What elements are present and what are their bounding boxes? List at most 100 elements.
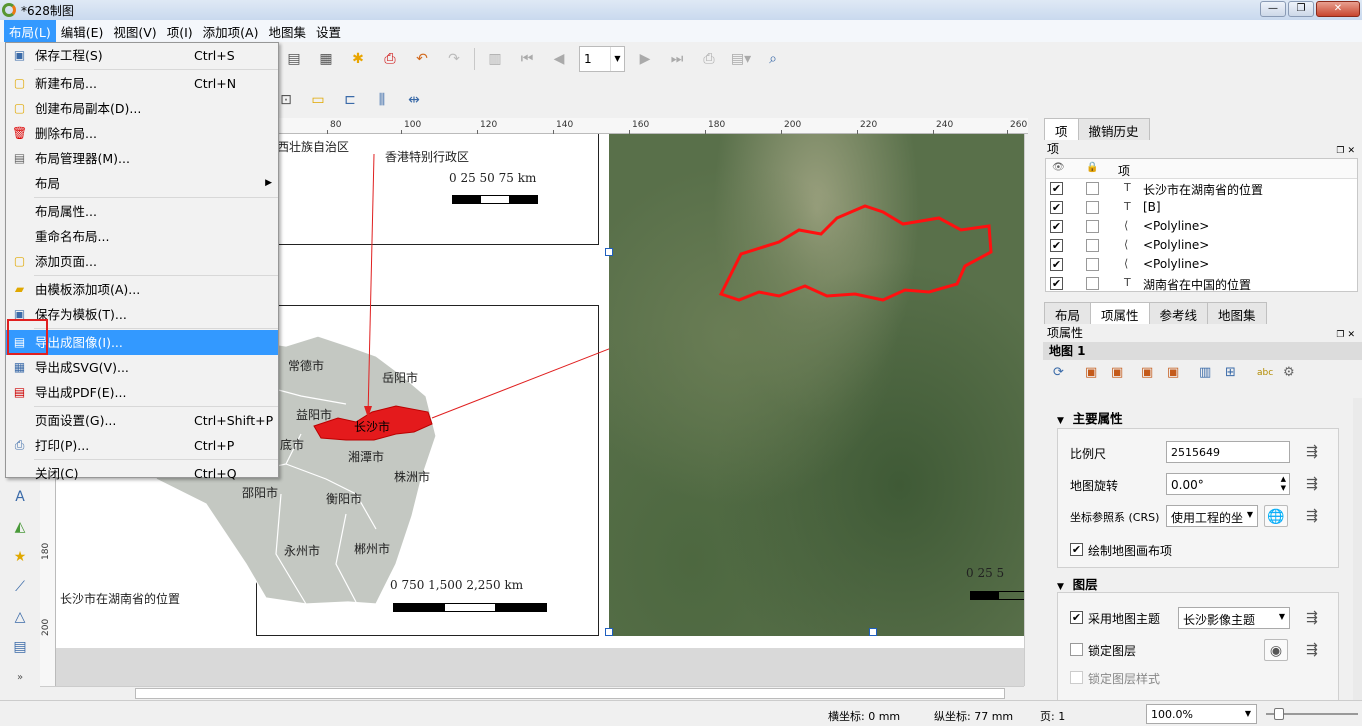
select-crs-icon[interactable]: 🌐 bbox=[1264, 505, 1288, 527]
chevron-down-icon[interactable]: ▼ bbox=[610, 47, 624, 71]
data-defined-override-icon[interactable]: ⇶ bbox=[1300, 505, 1324, 527]
tab-atlas[interactable]: 地图集 bbox=[1207, 302, 1267, 324]
data-defined-override-icon[interactable]: ⇶ bbox=[1300, 473, 1324, 495]
menu-item-rename-layout[interactable]: 重命名布局... bbox=[6, 224, 278, 249]
tab-items[interactable]: 项 bbox=[1044, 118, 1079, 140]
refresh-icon[interactable]: ⟳ bbox=[1053, 365, 1064, 380]
data-defined-override-icon[interactable]: ⇶ bbox=[1300, 639, 1324, 661]
previous-feature-icon[interactable]: ◀ bbox=[548, 48, 570, 70]
follow-theme-checkbox[interactable]: ✔ bbox=[1070, 611, 1083, 624]
menu-item-duplicate-layout[interactable]: ▢ 创建布局副本(D)... bbox=[6, 96, 278, 121]
export-pdf-icon[interactable]: ⎙ bbox=[379, 48, 401, 70]
menu-add-item[interactable]: 添加项(A) bbox=[198, 20, 264, 43]
export-atlas-icon[interactable]: ▤▾ bbox=[730, 48, 752, 70]
label-settings-icon[interactable]: abc bbox=[1257, 368, 1273, 378]
add-label-icon[interactable]: A bbox=[9, 486, 31, 508]
menu-item-layouts-submenu[interactable]: 布局 ▶ bbox=[6, 171, 278, 196]
item-row[interactable]: ✔ ⟨ <Polyline> bbox=[1046, 217, 1357, 236]
lock-layers-checkbox[interactable] bbox=[1070, 643, 1083, 656]
menu-item-add-from-template[interactable]: ▰ 由模板添加项(A)... bbox=[6, 277, 278, 302]
add-marker-icon[interactable]: ★ bbox=[9, 546, 31, 568]
zoom-combo[interactable]: 100.0% ▼ bbox=[1146, 704, 1257, 724]
tab-layout[interactable]: 布局 bbox=[1044, 302, 1092, 324]
menu-item-close[interactable]: 关闭(C) Ctrl+Q bbox=[6, 461, 278, 486]
last-feature-icon[interactable]: ⏭ bbox=[666, 48, 688, 70]
zoom-slider[interactable] bbox=[1266, 708, 1358, 720]
menu-item-export-pdf[interactable]: ▤ 导出成PDF(E)... bbox=[6, 380, 278, 405]
rotation-input[interactable]: 0.00° ▲ ▼ bbox=[1166, 473, 1290, 495]
selection-handle[interactable] bbox=[605, 248, 613, 256]
menu-item-page-setup[interactable]: 页面设置(G)... Ctrl+Shift+P bbox=[6, 408, 278, 433]
menu-item-layout-manager[interactable]: ▤ 布局管理器(M)... bbox=[6, 146, 278, 171]
lock-checkbox[interactable] bbox=[1086, 258, 1099, 271]
menu-item-layout-properties[interactable]: 布局属性... bbox=[6, 199, 278, 224]
redo-icon[interactable]: ↷ bbox=[443, 48, 465, 70]
item-row[interactable]: ✔ T 湖南省在中国的位置 bbox=[1046, 274, 1357, 293]
menu-layout[interactable]: 布局(L) bbox=[4, 19, 56, 43]
layers-header[interactable]: ▼ 图层 bbox=[1057, 574, 1098, 593]
add-shape-icon[interactable]: ◭ bbox=[9, 516, 31, 538]
settings-icon[interactable]: ⚙ bbox=[1283, 365, 1295, 380]
menu-item-new-layout[interactable]: ▢ 新建布局... Ctrl+N bbox=[6, 71, 278, 96]
add-star-icon[interactable]: ✱ bbox=[347, 48, 369, 70]
lock-checkbox[interactable] bbox=[1086, 220, 1099, 233]
export-svg-icon[interactable]: ▦ bbox=[315, 48, 337, 70]
add-node-icon[interactable]: △ bbox=[9, 606, 31, 628]
main-properties-header[interactable]: ▼ 主要属性 bbox=[1057, 408, 1123, 427]
menu-atlas[interactable]: 地图集 bbox=[263, 20, 311, 43]
distribute-icon[interactable]: ⫼ bbox=[371, 89, 393, 111]
horizontal-scrollbar[interactable] bbox=[40, 686, 1024, 700]
move-content-icon[interactable]: ⊞ bbox=[1225, 365, 1236, 380]
item-row[interactable]: ✔ T [B] bbox=[1046, 198, 1357, 217]
tab-undo-history[interactable]: 撤销历史 bbox=[1077, 118, 1150, 140]
set-extent-icon[interactable]: ▣ bbox=[1085, 365, 1097, 380]
panel-float-close-icon[interactable]: ❐✕ bbox=[1336, 326, 1358, 344]
tab-item-properties[interactable]: 项属性 bbox=[1090, 302, 1150, 324]
dock-scrollbar[interactable] bbox=[1353, 398, 1362, 700]
scale-input[interactable]: 2515649 bbox=[1166, 441, 1290, 463]
menu-item-export-svg[interactable]: ▦ 导出成SVG(V)... bbox=[6, 355, 278, 380]
zoom-slider-handle[interactable] bbox=[1274, 708, 1284, 720]
lock-checkbox[interactable] bbox=[1086, 182, 1099, 195]
zoom-to-map-icon[interactable]: ▣ bbox=[1141, 365, 1153, 380]
next-feature-icon[interactable]: ▶ bbox=[634, 48, 656, 70]
resize-icon[interactable]: ⇹ bbox=[403, 89, 425, 111]
align-left-icon[interactable]: ⊏ bbox=[339, 89, 361, 111]
add-polyline-icon[interactable]: ⟋ bbox=[9, 576, 31, 598]
lock-checkbox[interactable] bbox=[1086, 201, 1099, 214]
visibility-checkbox[interactable]: ✔ bbox=[1050, 258, 1063, 271]
item-row[interactable]: ✔ ⟨ <Polyline> bbox=[1046, 236, 1357, 255]
menu-view[interactable]: 视图(V) bbox=[108, 20, 161, 43]
export-image-icon[interactable]: ▤ bbox=[283, 48, 305, 70]
vertical-scrollbar[interactable] bbox=[1024, 134, 1038, 686]
menu-settings[interactable]: 设置 bbox=[311, 20, 346, 43]
set-to-canvas-icon[interactable]: ▣ bbox=[1167, 365, 1179, 380]
minimize-button[interactable]: — bbox=[1260, 1, 1286, 17]
item-row[interactable]: ✔ T 长沙市在湖南省的位置 bbox=[1046, 179, 1357, 198]
data-defined-override-icon[interactable]: ⇶ bbox=[1300, 607, 1324, 629]
data-defined-override-icon[interactable]: ⇶ bbox=[1300, 441, 1324, 463]
menu-item-delete-layout[interactable]: 🗑 删除布局... bbox=[6, 121, 278, 146]
lock-styles-checkbox[interactable] bbox=[1070, 671, 1083, 684]
selection-handle[interactable] bbox=[605, 628, 613, 636]
tab-guides[interactable]: 参考线 bbox=[1148, 302, 1209, 324]
selection-handle[interactable] bbox=[869, 628, 877, 636]
maximize-button[interactable]: ❐ bbox=[1288, 1, 1314, 17]
lock-checkbox[interactable] bbox=[1086, 277, 1099, 290]
map-theme-combo[interactable]: 长沙影像主题 ▼ bbox=[1178, 607, 1290, 629]
raise-items-icon[interactable]: ▭ bbox=[307, 89, 329, 111]
visibility-checkbox[interactable]: ✔ bbox=[1050, 201, 1063, 214]
menu-item-save-project[interactable]: ▣ 保存工程(S) Ctrl+S bbox=[6, 43, 278, 68]
menu-item-print[interactable]: ⎙ 打印(P)... Ctrl+P bbox=[6, 433, 278, 458]
visibility-checkbox[interactable]: ✔ bbox=[1050, 220, 1063, 233]
more-tools-icon[interactable]: » bbox=[9, 666, 31, 688]
draw-map-items-checkbox[interactable]: ✔ bbox=[1070, 543, 1083, 556]
visibility-checkbox[interactable]: ✔ bbox=[1050, 182, 1063, 195]
undo-icon[interactable]: ↶ bbox=[411, 48, 433, 70]
scrollbar-thumb[interactable] bbox=[135, 688, 1005, 699]
view-extent-icon[interactable]: ▣ bbox=[1111, 365, 1123, 380]
menu-item-add-pages[interactable]: ▢ 添加页面... bbox=[6, 249, 278, 274]
add-table-icon[interactable]: ▤ bbox=[9, 636, 31, 658]
visibility-checkbox[interactable]: ✔ bbox=[1050, 239, 1063, 252]
crs-combo[interactable]: 使用工程的坐 ▼ bbox=[1166, 505, 1258, 527]
